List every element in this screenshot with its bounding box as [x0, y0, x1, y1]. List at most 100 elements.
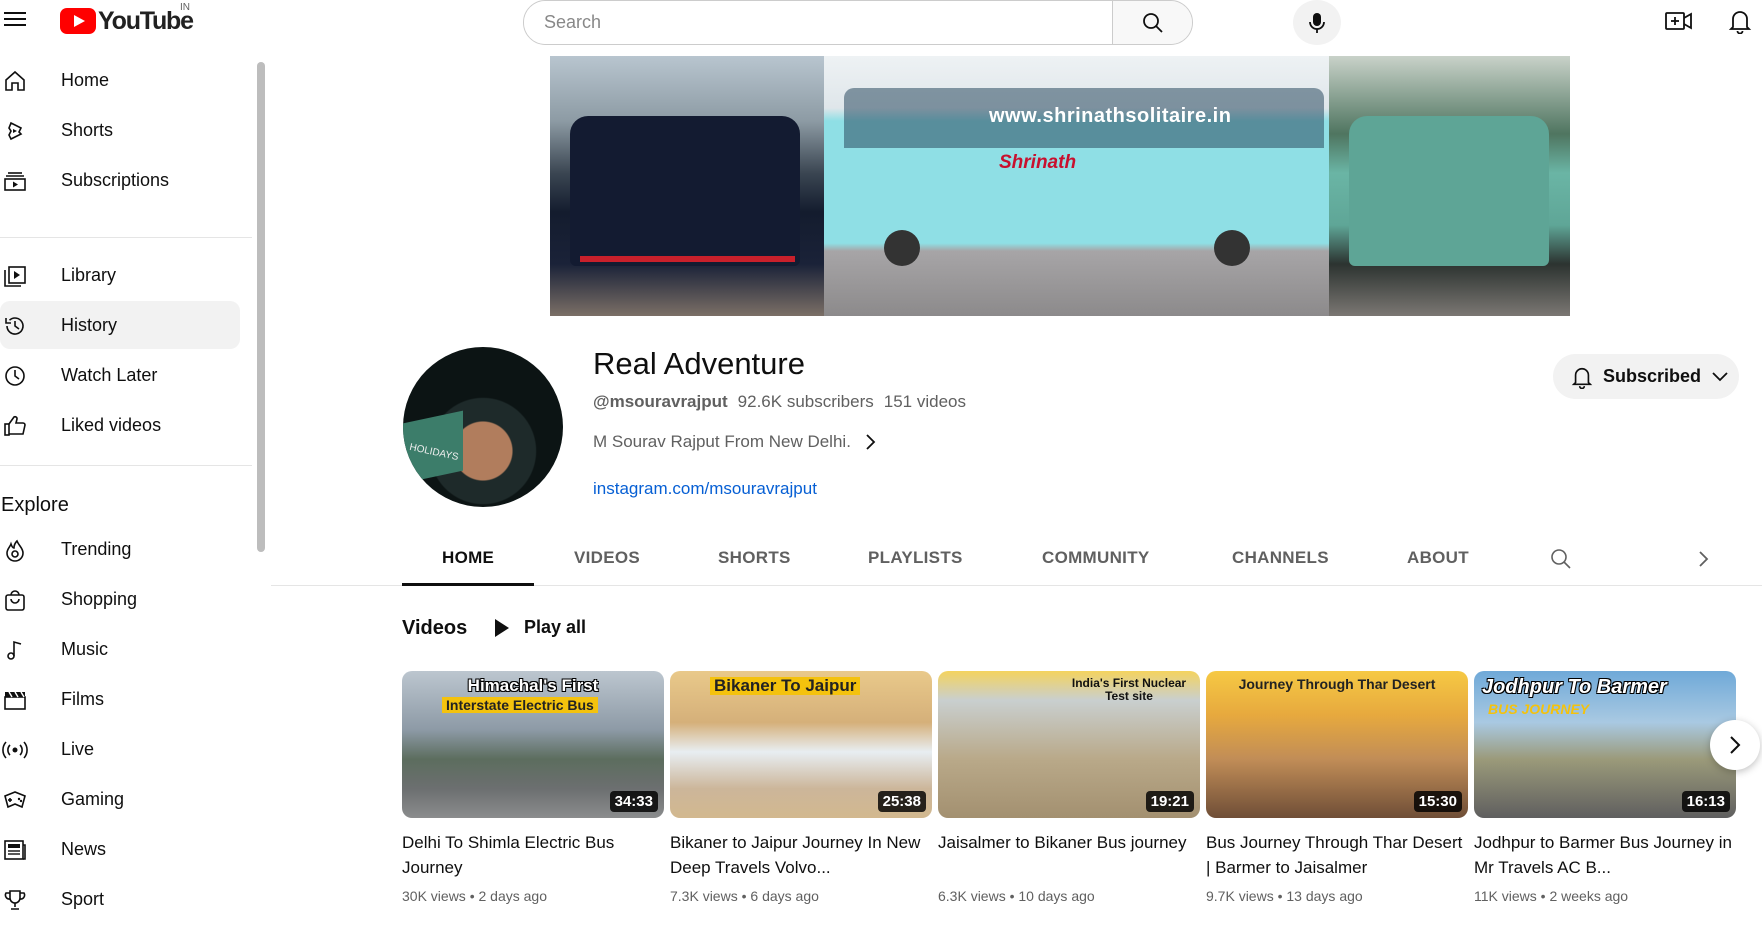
thumbnail-title-text: Journey Through Thar Desert: [1238, 676, 1436, 692]
sidebar-item-shorts[interactable]: Shorts: [0, 106, 240, 154]
shopping-bag-icon: [2, 587, 28, 613]
sidebar-item-label: Shorts: [61, 119, 114, 140]
microphone-icon: [1309, 12, 1325, 33]
thumbnail-title-text: Jodhpur To Barmer: [1482, 676, 1667, 698]
sidebar-item-label: Subscriptions: [61, 169, 170, 190]
sidebar-item-films[interactable]: Films: [0, 675, 240, 723]
video-card[interactable]: Journey Through Thar Desert 15:30 Bus Jo…: [1206, 671, 1468, 904]
sidebar-item-label: History: [61, 314, 118, 335]
tab-community[interactable]: COMMUNITY: [1042, 548, 1150, 568]
gamepad-icon: [2, 787, 28, 813]
sidebar-item-news[interactable]: News: [0, 825, 240, 873]
sidebar-item-gaming[interactable]: Gaming: [0, 775, 240, 823]
tabs-scroll-right-icon[interactable]: [1691, 546, 1717, 572]
sidebar-item-subscriptions[interactable]: Subscriptions: [0, 156, 240, 204]
tab-shorts[interactable]: SHORTS: [718, 548, 791, 568]
sidebar-item-sport[interactable]: Sport: [0, 875, 240, 923]
banner-bus-green-image: [1329, 56, 1570, 316]
channel-banner: www.shrinathsolitaire.in Shrinath: [550, 56, 1570, 316]
video-meta: 30K views • 2 days ago: [402, 888, 548, 904]
video-thumbnail[interactable]: Jodhpur To Barmer BUS JOURNEY 16:13: [1474, 671, 1736, 818]
video-age: 6 days ago: [750, 888, 819, 904]
video-thumbnail[interactable]: Journey Through Thar Desert 15:30: [1206, 671, 1468, 818]
channel-description[interactable]: M Sourav Rajput From New Delhi.: [593, 432, 877, 452]
youtube-logo[interactable]: YouTube: [60, 6, 194, 36]
shorts-icon: [2, 118, 28, 144]
banner-bus-front-image: [550, 56, 824, 316]
sidebar-item-live[interactable]: Live: [0, 725, 240, 773]
video-title[interactable]: Jaisalmer to Bikaner Bus journey: [938, 830, 1200, 880]
sidebar-item-watch-later[interactable]: Watch Later: [0, 351, 240, 399]
menu-icon[interactable]: [2, 8, 28, 34]
channel-search-icon[interactable]: [1548, 546, 1574, 572]
video-camera-plus-icon: [1665, 12, 1692, 30]
video-title[interactable]: Bikaner to Jaipur Journey In New Deep Tr…: [670, 830, 932, 880]
sidebar-item-liked-videos[interactable]: Liked videos: [0, 401, 240, 449]
video-card[interactable]: Bikaner To Jaipur 25:38 Bikaner to Jaipu…: [670, 671, 932, 904]
video-meta: 9.7K views • 13 days ago: [1206, 888, 1363, 904]
video-count: 151 videos: [883, 392, 966, 411]
trophy-icon: [2, 887, 28, 913]
avatar-tag-text: HOLIDAYS: [408, 441, 460, 464]
country-code: IN: [180, 2, 190, 13]
create-video-button[interactable]: [1662, 6, 1696, 36]
explore-heading: Explore: [1, 494, 69, 516]
video-thumbnail[interactable]: Bikaner To Jaipur 25:38: [670, 671, 932, 818]
shelf-title: Videos: [402, 617, 468, 639]
video-title[interactable]: Delhi To Shimla Electric Bus Journey: [402, 830, 664, 880]
sidebar-item-trending[interactable]: Trending: [0, 525, 240, 573]
video-thumbnail[interactable]: India's First Nuclear Test site 19:21: [938, 671, 1200, 818]
video-duration: 16:13: [1681, 791, 1730, 812]
video-card[interactable]: Jodhpur To Barmer BUS JOURNEY 16:13 Jodh…: [1474, 671, 1736, 904]
video-card[interactable]: India's First Nuclear Test site 19:21 Ja…: [938, 671, 1200, 904]
sidebar-item-library[interactable]: Library: [0, 251, 240, 299]
home-icon: [2, 68, 28, 94]
video-views: 11K views: [1474, 888, 1537, 904]
tab-playlists[interactable]: PLAYLISTS: [868, 548, 963, 568]
youtube-app: YouTube IN Home Shorts Sub: [0, 0, 1762, 935]
sidebar-divider: [0, 465, 252, 466]
tab-channels[interactable]: CHANNELS: [1232, 548, 1329, 568]
video-age: 13 days ago: [1286, 888, 1363, 904]
video-meta: 7.3K views • 6 days ago: [670, 888, 819, 904]
subscriber-count: 92.6K subscribers: [737, 392, 874, 411]
thumbnail-title-text: Himachal's First: [467, 676, 599, 695]
video-title[interactable]: Jodhpur to Barmer Bus Journey in Mr Trav…: [1474, 830, 1736, 880]
channel-name: Real Adventure: [593, 346, 805, 381]
notifications-button[interactable]: [1723, 6, 1757, 36]
sidebar-item-label: Shopping: [61, 588, 138, 609]
sidebar-item-history[interactable]: History: [0, 301, 240, 349]
bell-icon: [1571, 367, 1593, 389]
video-card[interactable]: Himachal's First Interstate Electric Bus…: [402, 671, 664, 904]
sidebar-item-label: Sport: [61, 888, 105, 909]
shelf-next-button[interactable]: [1710, 720, 1760, 770]
video-age: 2 days ago: [478, 888, 548, 904]
sidebar-item-home[interactable]: Home: [0, 56, 240, 104]
clock-icon: [2, 363, 28, 389]
video-title[interactable]: Bus Journey Through Thar Desert | Barmer…: [1206, 830, 1468, 880]
search-icon: [1142, 12, 1163, 33]
bell-icon: [1728, 11, 1752, 34]
sidebar-item-music[interactable]: Music: [0, 625, 240, 673]
play-icon: [495, 618, 509, 637]
search-input[interactable]: [524, 1, 1112, 44]
sidebar-item-label: Trending: [61, 538, 132, 559]
voice-search-button[interactable]: [1293, 0, 1341, 45]
play-all-label: Play all: [524, 617, 587, 637]
video-thumbnail[interactable]: Himachal's First Interstate Electric Bus…: [402, 671, 664, 818]
search-button[interactable]: [1112, 1, 1192, 44]
sidebar-scrollbar[interactable]: [257, 62, 265, 552]
channel-avatar[interactable]: HOLIDAYS: [403, 347, 563, 507]
sidebar-item-label: News: [61, 838, 107, 859]
tab-about[interactable]: ABOUT: [1407, 548, 1469, 568]
tab-videos[interactable]: VIDEOS: [574, 548, 640, 568]
subscribed-label: Subscribed: [1603, 366, 1702, 386]
tab-home[interactable]: HOME: [442, 548, 494, 568]
sidebar-item-label: Library: [61, 264, 117, 285]
thumbs-up-icon: [2, 413, 28, 439]
subscribed-button[interactable]: Subscribed: [1553, 354, 1739, 399]
play-all-button[interactable]: Play all: [494, 617, 586, 638]
channel-external-link[interactable]: instagram.com/msouravrajput: [593, 479, 817, 499]
sidebar-item-shopping[interactable]: Shopping: [0, 575, 240, 623]
topbar: YouTube IN: [0, 0, 1762, 45]
